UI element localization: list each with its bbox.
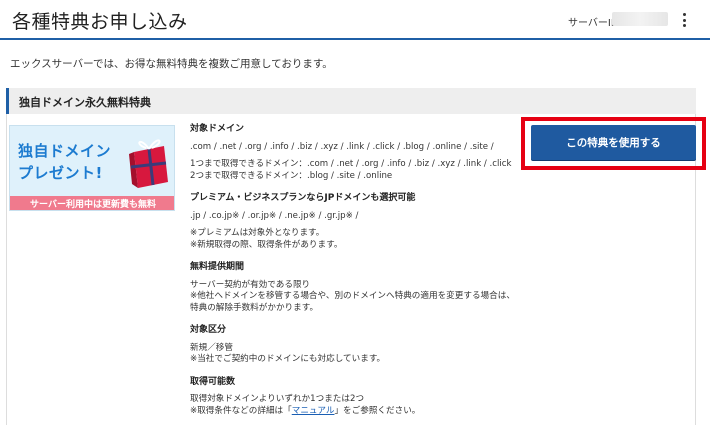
target-domain-two: 2つまで取得できるドメイン：.blog / .site / .online [190, 170, 393, 181]
banner-strip-text: サーバー利用中は更新費も無料 [30, 200, 156, 210]
more-menu-icon[interactable] [678, 11, 690, 29]
server-id-value-redacted [612, 12, 668, 26]
benefit-details: 対象ドメイン .com / .net / .org / .info / .biz… [190, 124, 515, 418]
section-title: 独自ドメイン永久無料特典 [19, 96, 151, 109]
category-line2: ※当社でご契約中のドメインにも対応しています。 [190, 354, 386, 364]
premium-list: .jp / .co.jp※ / .or.jp※ / .ne.jp※ / .gr.… [190, 210, 359, 221]
count-line2: ※取得条件などの詳細は「マニュアル」をご参照ください。 [190, 406, 510, 418]
premium-note1: ※プレミアムは対象外となります。 [190, 228, 325, 238]
domain-present-banner: 独自ドメイン プレゼント! サーバー利用中は更新費も無料 [9, 125, 175, 211]
count-heading: 取得可能数 [190, 376, 236, 387]
category-line1: 新規／移管 [190, 342, 233, 353]
target-domain-list: .com / .net / .org / .info / .biz / .xyz… [190, 141, 494, 152]
count-line1: 取得対象ドメインよりいずれか1つまたは2つ [190, 394, 365, 404]
period-line3: 特典の解除手数料がかかります。 [190, 302, 319, 313]
period-line2: ※他社へドメインを移管する場合や、別のドメインへ特典の適用を変更する場合は、 [190, 291, 515, 301]
gift-box-icon [129, 139, 168, 188]
period-heading: 無料提供期間 [190, 262, 245, 272]
period-line1: サーバー契約が有効である限り [190, 279, 311, 290]
manual-link[interactable]: マニュアル [292, 406, 335, 416]
banner-strip: サーバー利用中は更新費も無料 [10, 196, 174, 210]
count-line2-pre: ※取得条件などの詳細は「 [190, 405, 292, 416]
target-domain-one: 1つまで取得できるドメイン：.com / .net / .org / .info… [190, 159, 512, 169]
intro-text: エックスサーバーでは、お得な無料特典を複数ご用意しております。 [10, 58, 333, 70]
use-benefit-button[interactable]: この特典を使用する [531, 125, 696, 160]
category-heading: 対象区分 [190, 325, 227, 335]
count-line2-post: 」をご参照ください。 [334, 405, 421, 416]
page-title: 各種特典お申し込み [12, 11, 188, 33]
banner-line1: 独自ドメイン [18, 142, 112, 160]
premium-heading: プレミアム・ビジネスプランならJPドメインも選択可能 [190, 193, 416, 203]
banner-line2: プレゼント! [18, 164, 103, 182]
premium-note2: ※新規取得の際、取得条件があります。 [190, 239, 343, 250]
section-header: 独自ドメイン永久無料特典 [6, 88, 696, 114]
page-header: 各種特典お申し込み サーバーID [0, 0, 710, 40]
server-id-label: サーバーID [568, 18, 619, 29]
target-domain-heading: 対象ドメイン [190, 124, 245, 134]
